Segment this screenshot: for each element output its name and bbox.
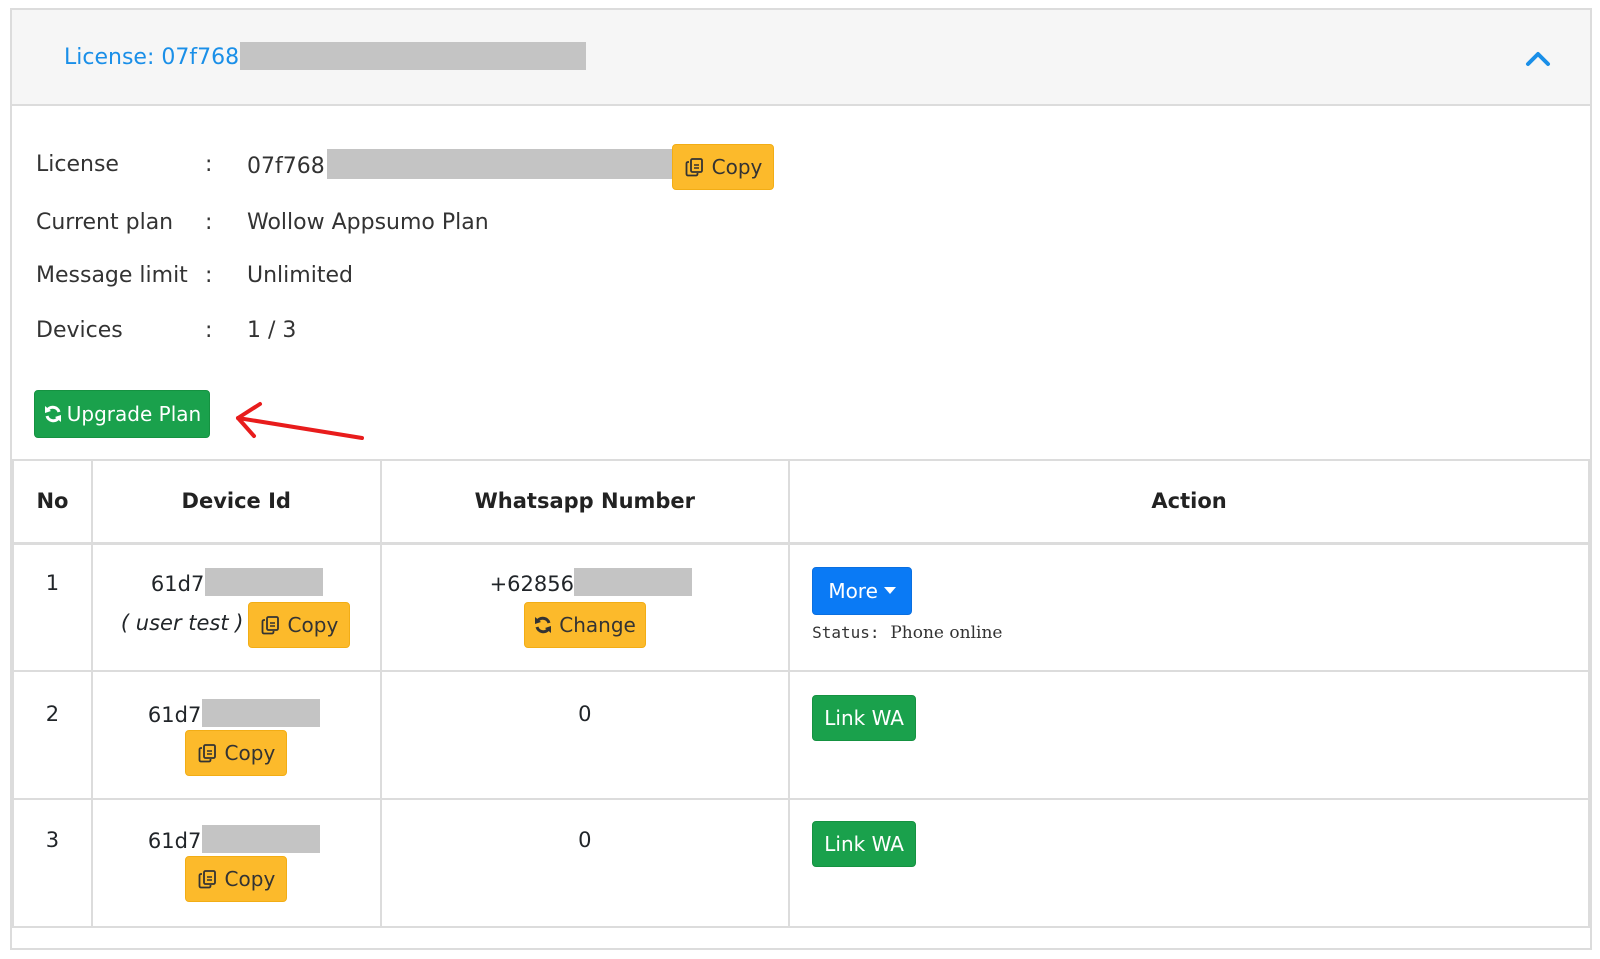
whatsapp-number: 0: [578, 828, 592, 852]
plan-value: Wollow Appsumo Plan: [247, 210, 489, 235]
copy-icon: [198, 744, 216, 763]
device-id: 61d7: [150, 567, 324, 599]
license-value-text: 07f768: [247, 154, 325, 179]
cell-no: 1: [12, 542, 93, 672]
devices-table: No Device Id Whatsapp Number Action 1 61…: [12, 459, 1590, 928]
cell-whatsapp-number: 0: [379, 798, 791, 928]
devices-value: 1 / 3: [247, 318, 297, 343]
copy-icon: [261, 615, 279, 634]
more-dropdown-button[interactable]: More: [812, 566, 913, 615]
plan-label: Current plan: [36, 210, 174, 235]
refresh-icon: [535, 616, 552, 633]
license-card: License: 07f768 License : 07f768 Copy Cu…: [10, 8, 1592, 950]
devices-label: Devices: [36, 318, 123, 343]
caret-down-icon: [883, 587, 896, 594]
copy-license-button[interactable]: Copy: [672, 144, 774, 190]
copy-device-id-button[interactable]: Copy: [247, 601, 350, 648]
whatsapp-number: +62856: [489, 567, 692, 599]
column-header-no: No: [12, 459, 93, 544]
license-value: 07f768: [247, 149, 673, 182]
redacted-block: [573, 567, 692, 596]
cell-action: Link WA: [788, 798, 1590, 928]
link-wa-button[interactable]: Link WA: [812, 695, 917, 741]
copy-device-id-button[interactable]: Copy: [184, 856, 287, 902]
column-header-whatsapp-number: Whatsapp Number: [379, 459, 791, 544]
device-id: 61d7: [147, 825, 321, 856]
cell-no: 2: [12, 670, 93, 800]
cell-whatsapp-number: +62856 Change: [379, 542, 791, 672]
chevron-up-icon[interactable]: [1524, 48, 1552, 68]
limit-label: Message limit: [36, 263, 188, 288]
column-header-action: Action: [788, 459, 1590, 544]
row-number: 1: [45, 570, 60, 595]
column-header-device-id: Device Id: [90, 459, 382, 544]
colon: :: [205, 152, 213, 177]
device-status: Status: Phone online: [812, 623, 1002, 643]
colon: :: [205, 263, 213, 288]
link-wa-label: Link WA: [824, 832, 904, 856]
redacted-block: [202, 825, 321, 853]
table-row: 1 61d7 ( user test ) Copy +62856 Change: [12, 542, 1590, 672]
device-id-text: 61d7: [147, 829, 202, 853]
device-id-text: 61d7: [147, 703, 202, 727]
cell-whatsapp-number: 0: [379, 670, 791, 800]
change-number-button[interactable]: Change: [523, 601, 646, 648]
redacted-block: [326, 149, 673, 179]
device-name: ( user test ): [120, 610, 244, 635]
copy-device-id-button[interactable]: Copy: [184, 730, 287, 776]
more-label: More: [828, 578, 878, 603]
device-id-text: 61d7: [150, 571, 205, 596]
whatsapp-number: 0: [578, 702, 592, 726]
status-label: Status:: [812, 622, 880, 642]
device-id: 61d7: [147, 699, 321, 730]
cell-action: Link WA: [788, 670, 1590, 800]
table-row: 2 61d7 Copy 0 Link WA: [12, 670, 1590, 800]
license-header-title[interactable]: License: 07f768: [64, 42, 587, 72]
colon: :: [205, 210, 213, 235]
copy-label: Copy: [711, 155, 763, 179]
upgrade-plan-label: Upgrade Plan: [66, 402, 202, 426]
cell-device-id: 61d7 Copy: [90, 798, 382, 928]
upgrade-plan-button[interactable]: Upgrade Plan: [34, 390, 210, 438]
cell-action: More Status: Phone online: [788, 542, 1590, 672]
link-wa-button[interactable]: Link WA: [812, 821, 917, 867]
copy-icon: [685, 158, 703, 177]
status-value: Phone online: [890, 622, 1003, 643]
whatsapp-number-text: +62856: [489, 571, 574, 596]
copy-label: Copy: [224, 741, 276, 765]
table-row: 3 61d7 Copy 0 Link WA: [12, 798, 1590, 928]
row-number: 3: [45, 828, 60, 852]
limit-value: Unlimited: [247, 263, 353, 288]
copy-icon: [198, 870, 216, 889]
redacted-block: [240, 42, 587, 70]
table-header-row: No Device Id Whatsapp Number Action: [12, 459, 1590, 544]
copy-label: Copy: [287, 612, 339, 637]
row-number: 2: [45, 702, 60, 726]
annotation-arrow-icon: [236, 402, 364, 440]
redacted-block: [202, 699, 321, 727]
cell-device-id: 61d7 Copy: [90, 670, 382, 800]
colon: :: [205, 318, 213, 343]
cell-device-id: 61d7 ( user test ) Copy: [90, 542, 382, 672]
link-wa-label: Link WA: [824, 706, 904, 730]
cell-no: 3: [12, 798, 93, 928]
redacted-block: [205, 567, 324, 596]
license-label: License: [36, 152, 119, 177]
license-header-text: License: 07f768: [64, 45, 240, 70]
copy-label: Copy: [224, 867, 276, 891]
license-card-header[interactable]: License: 07f768: [12, 10, 1590, 106]
change-label: Change: [559, 612, 636, 637]
refresh-icon: [44, 405, 61, 423]
